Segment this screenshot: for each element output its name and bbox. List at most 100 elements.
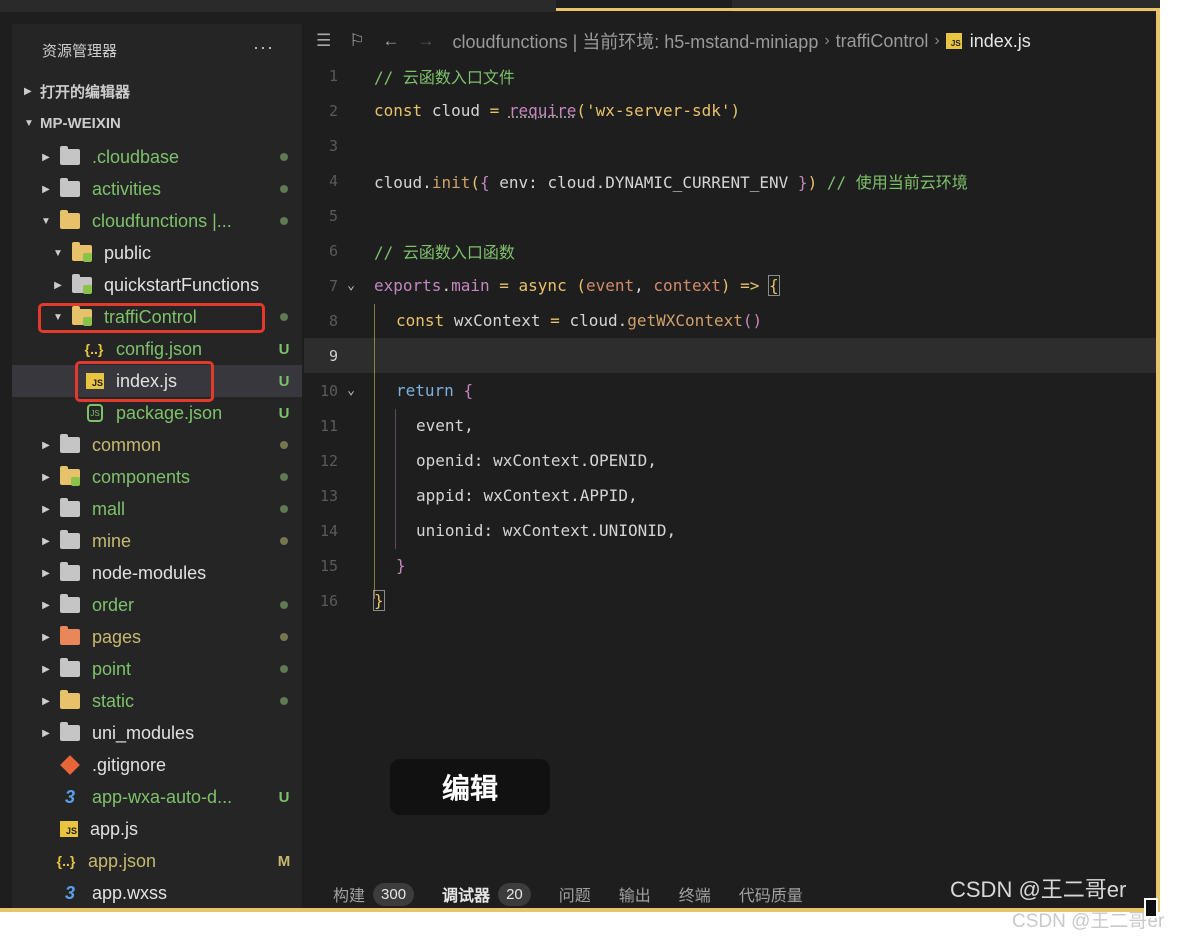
list-icon[interactable]: ☰	[316, 31, 331, 51]
tree-item-label: config.json	[116, 338, 203, 359]
tab-label: 调试器	[442, 888, 491, 905]
fold-chevron-icon[interactable]: ⌄	[338, 383, 364, 398]
tree-folder-public[interactable]: ▼ public	[12, 237, 302, 269]
tree-folder-order[interactable]: ▶ order	[12, 589, 302, 621]
chevron-right-icon: ▶	[42, 695, 50, 707]
tree-item-label: public	[104, 242, 152, 263]
tree-item-label: package.json	[116, 402, 223, 423]
line-number: 1	[328, 66, 338, 85]
tree-item-label: components	[92, 466, 191, 487]
tree-folder-common[interactable]: ▶ common	[12, 429, 302, 461]
tree-item-label: uni_modules	[92, 722, 195, 743]
chevron-right-icon: ▶	[24, 85, 32, 97]
tree-folder-components[interactable]: ▶ components	[12, 461, 302, 493]
tree-item-label: .cloudbase	[92, 146, 180, 167]
chevron-right-icon: ›	[824, 32, 830, 49]
line-number: 5	[328, 206, 338, 225]
code-line: 7 ⌄ exports.main = async (event, context)…	[304, 268, 1156, 303]
tab-problems[interactable]: 问题	[559, 882, 591, 906]
open-editors-section[interactable]: ▶ 打开的编辑器	[12, 76, 302, 106]
tree-file-app-wxss[interactable]: 3 app.wxss	[12, 877, 302, 909]
forward-arrow-icon[interactable]: →	[418, 31, 435, 51]
edit-badge: 编辑	[390, 759, 550, 815]
tree-file-app-json[interactable]: {..} app.json M	[12, 845, 302, 877]
breadcrumb-path[interactable]: cloudfunctions | 当前环境: h5-mstand-miniapp	[453, 28, 819, 54]
nodejs-file-icon: JS	[87, 404, 103, 422]
tree-item-label: point	[92, 658, 132, 679]
cloud-folder-icon	[72, 242, 92, 262]
tree-file-gitignore[interactable]: .gitignore	[12, 749, 302, 781]
line-number: 2	[328, 101, 338, 120]
tree-folder-pages[interactable]: ▶ pages	[12, 621, 302, 653]
tree-folder-cloudfunctions[interactable]: ▼ cloudfunctions |...	[12, 205, 302, 237]
tab-code-quality[interactable]: 代码质量	[739, 882, 803, 906]
tree-folder-mine[interactable]: ▶ mine	[12, 525, 302, 557]
line-number: 16	[319, 591, 338, 610]
tree-file-app-js[interactable]: JS app.js	[12, 813, 302, 845]
tree-item-label: app.wxss	[92, 882, 168, 903]
tab-output[interactable]: 输出	[619, 882, 651, 906]
tree-folder-cloudbase[interactable]: ▶ .cloudbase	[12, 141, 302, 173]
tree-folder-quickstartfunctions[interactable]: ▶ quickstartFunctions	[12, 269, 302, 301]
tree-folder-static[interactable]: ▶ static	[12, 685, 302, 717]
tab-build[interactable]: 构建 300	[333, 882, 415, 906]
chevron-right-icon: ▶	[42, 727, 50, 739]
accent-border-top	[556, 8, 1160, 11]
tree-item-label: mine	[92, 530, 132, 551]
git-status-badge: U	[278, 788, 290, 806]
breadcrumb-folder[interactable]: traffiControl	[836, 31, 929, 52]
chevron-right-icon: ▶	[42, 151, 50, 163]
tree-folder-activities[interactable]: ▶ activities	[12, 173, 302, 205]
line-number: 10	[319, 381, 338, 400]
fold-chevron-icon[interactable]: ⌄	[338, 278, 364, 293]
comment: // 使用当前云环境	[826, 172, 968, 192]
code-line: 11 event,	[304, 408, 1156, 443]
highlight-box-index-js	[75, 361, 214, 402]
code-line: 4 cloud.init({ env: cloud.DYNAMIC_CURREN…	[304, 163, 1156, 198]
identifier: cloud	[569, 311, 618, 330]
git-status-dot	[280, 313, 288, 321]
line-number: 14	[319, 521, 338, 540]
tab-label: 输出	[618, 888, 651, 905]
more-actions-icon[interactable]: ···	[253, 37, 274, 58]
chevron-right-icon: ▶	[42, 503, 50, 515]
tree-file-app-wxa-auto[interactable]: 3 app-wxa-auto-d... U	[12, 781, 302, 813]
tree-folder-mall[interactable]: ▶ mall	[12, 493, 302, 525]
project-section[interactable]: ▼ MP-WEIXIN	[12, 108, 302, 138]
function-name: init	[431, 172, 471, 192]
tree-item-label: app-wxa-auto-d...	[92, 786, 233, 807]
line-number: 13	[319, 486, 338, 505]
open-editors-label: 打开的编辑器	[40, 83, 131, 101]
identifier: wxContext	[453, 311, 541, 330]
back-arrow-icon[interactable]: ←	[383, 31, 400, 51]
breadcrumb-file[interactable]: index.js	[970, 31, 1031, 52]
indent-guide	[374, 304, 375, 599]
code-line-current: 9	[304, 338, 1156, 373]
chevron-right-icon: ▶	[42, 663, 50, 675]
git-status-dot	[280, 697, 288, 705]
chevron-right-icon: ▶	[42, 599, 50, 611]
tab-label: 构建	[333, 888, 366, 905]
tree-folder-point[interactable]: ▶ point	[12, 653, 302, 685]
tab-terminal[interactable]: 终端	[679, 882, 711, 906]
tree-folder-uni-modules[interactable]: ▶ uni_modules	[12, 717, 302, 749]
tab-debugger[interactable]: 调试器 20	[442, 882, 531, 906]
identifier: wxContext	[483, 486, 571, 505]
git-status-dot	[280, 505, 288, 513]
chevron-right-icon: ▶	[42, 631, 50, 643]
code-line: 12 openid: wxContext.OPENID,	[304, 443, 1156, 478]
tree-folder-node-modules[interactable]: ▶ node-modules	[12, 557, 302, 589]
git-status-dot	[280, 217, 288, 225]
count-badge: 300	[373, 882, 415, 906]
project-label: MP-WEIXIN	[40, 114, 121, 132]
bookmark-icon[interactable]: ⚐	[349, 31, 364, 51]
chevron-down-icon: ▼	[24, 117, 34, 129]
tree-item-label: quickstartFunctions	[104, 274, 260, 295]
components-folder-icon	[60, 466, 80, 486]
function-name: getWXContext	[627, 311, 743, 330]
tree-item-label: common	[92, 434, 162, 455]
line-number: 4	[328, 171, 338, 190]
git-status-dot	[280, 185, 288, 193]
folder-open-icon	[60, 210, 80, 229]
json-file-icon: {..}	[56, 853, 76, 869]
